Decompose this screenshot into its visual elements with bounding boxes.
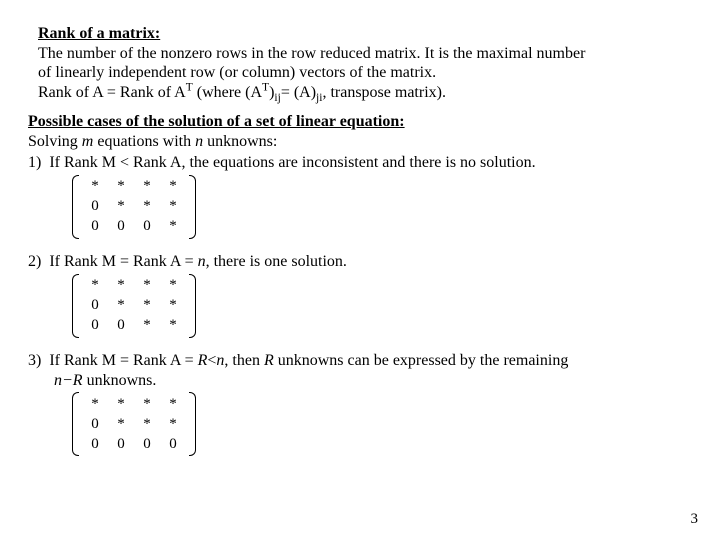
matrix-3: ****0***0000 <box>72 392 196 456</box>
solving-line: Solving m equations with n unknowns: <box>28 132 692 152</box>
case-3-R3: R <box>73 372 83 389</box>
rank-section: Rank of a matrix: The number of the nonz… <box>38 24 692 102</box>
matrix-cell: * <box>82 177 108 197</box>
matrix-cell: 0 <box>82 414 108 434</box>
matrix-cell: * <box>134 177 160 197</box>
rank-eq: = (A) <box>281 84 316 101</box>
matrix-cell: 0 <box>82 316 108 336</box>
matrix-cell: * <box>160 296 186 316</box>
solving-post: unknowns: <box>203 133 277 150</box>
case-3-R1: R <box>198 352 208 369</box>
matrix-cell: * <box>82 394 108 414</box>
matrix-cell: * <box>160 414 186 434</box>
cases-heading: Possible cases of the solution of a set … <box>28 113 405 130</box>
case-3-post: unknowns. <box>83 372 157 389</box>
matrix-cell: * <box>108 296 134 316</box>
matrix-cell: 0 <box>82 296 108 316</box>
rank-transpose-line: Rank of A = Rank of AT (where (AT)ij= (A… <box>38 83 692 103</box>
matrix-cell: 0 <box>108 316 134 336</box>
case-3-minus: − <box>62 372 73 389</box>
case-2-n: n <box>198 253 206 270</box>
rank-def-line1b: of linearly independent row (or column) … <box>38 63 692 83</box>
case-3-R2: R <box>264 352 274 369</box>
matrix-cell: * <box>134 414 160 434</box>
case-2: 2) If Rank M = Rank A = n, there is one … <box>28 252 692 349</box>
rank-T-1: T <box>186 81 193 93</box>
matrix-cell: * <box>134 316 160 336</box>
matrix-cell: * <box>108 197 134 217</box>
matrix-cell: 0 <box>82 434 108 454</box>
case-3-mid: , then <box>224 352 264 369</box>
case-3-line1: 3) If Rank M = Rank A = R<n, then R unkn… <box>28 351 692 371</box>
matrix-2: ****0***00** <box>72 274 196 338</box>
matrix-cell: * <box>134 394 160 414</box>
rank-heading: Rank of a matrix: <box>38 25 160 42</box>
matrix-cell: * <box>108 394 134 414</box>
rank-def-line1a: The number of the nonzero rows in the ro… <box>38 44 692 64</box>
case-3-mid2: unknowns can be expressed by the remaini… <box>274 352 569 369</box>
case-2-num: 2) <box>28 253 41 270</box>
case-1-text: If Rank M < Rank A, the equations are in… <box>49 154 535 171</box>
matrix-cell: * <box>134 276 160 296</box>
matrix-cell: 0 <box>134 217 160 237</box>
matrix-cell: 0 <box>82 197 108 217</box>
matrix-cell: 0 <box>160 434 186 454</box>
matrix-cell: * <box>134 197 160 217</box>
case-1-line: 1) If Rank M < Rank A, the equations are… <box>28 153 692 173</box>
case-2-pre: If Rank M = Rank A = <box>49 253 197 270</box>
case-2-line: 2) If Rank M = Rank A = n, there is one … <box>28 252 692 272</box>
rank-where-open: (where (A <box>193 84 262 101</box>
matrix-cell: * <box>160 276 186 296</box>
matrix-1: ****0***000* <box>72 175 196 239</box>
matrix-cell: * <box>108 177 134 197</box>
matrix-cell: * <box>134 296 160 316</box>
case-2-post: , there is one solution. <box>206 253 347 270</box>
case-3-line2: n−R unknowns. <box>54 371 692 391</box>
matrix-cell: 0 <box>108 434 134 454</box>
case-3-n2: n <box>54 372 62 389</box>
solving-n: n <box>195 133 203 150</box>
matrix-cell: * <box>160 197 186 217</box>
solving-m: m <box>82 133 94 150</box>
matrix-cell: * <box>108 414 134 434</box>
matrix-cell: 0 <box>134 434 160 454</box>
solving-mid: equations with <box>93 133 195 150</box>
matrix-cell: 0 <box>82 217 108 237</box>
matrix-cell: 0 <box>108 217 134 237</box>
case-1: 1) If Rank M < Rank A, the equations are… <box>28 153 692 250</box>
matrix-cell: * <box>160 394 186 414</box>
case-3-pre: If Rank M = Rank A = <box>49 352 197 369</box>
matrix-cell: * <box>160 217 186 237</box>
slide-page: Rank of a matrix: The number of the nonz… <box>0 0 720 540</box>
matrix-cell: * <box>160 316 186 336</box>
cases-section: Possible cases of the solution of a set … <box>28 112 692 468</box>
case-3-num: 3) <box>28 352 41 369</box>
matrix-cell: * <box>108 276 134 296</box>
matrix-cell: * <box>82 276 108 296</box>
case-3: 3) If Rank M = Rank A = R<n, then R unkn… <box>28 351 692 468</box>
rank-tail: , transpose matrix). <box>322 84 446 101</box>
matrix-cell: * <box>160 177 186 197</box>
rank-line2-pre: Rank of A = Rank of A <box>38 84 186 101</box>
page-number: 3 <box>691 511 699 528</box>
case-1-num: 1) <box>28 154 41 171</box>
solving-pre: Solving <box>28 133 82 150</box>
